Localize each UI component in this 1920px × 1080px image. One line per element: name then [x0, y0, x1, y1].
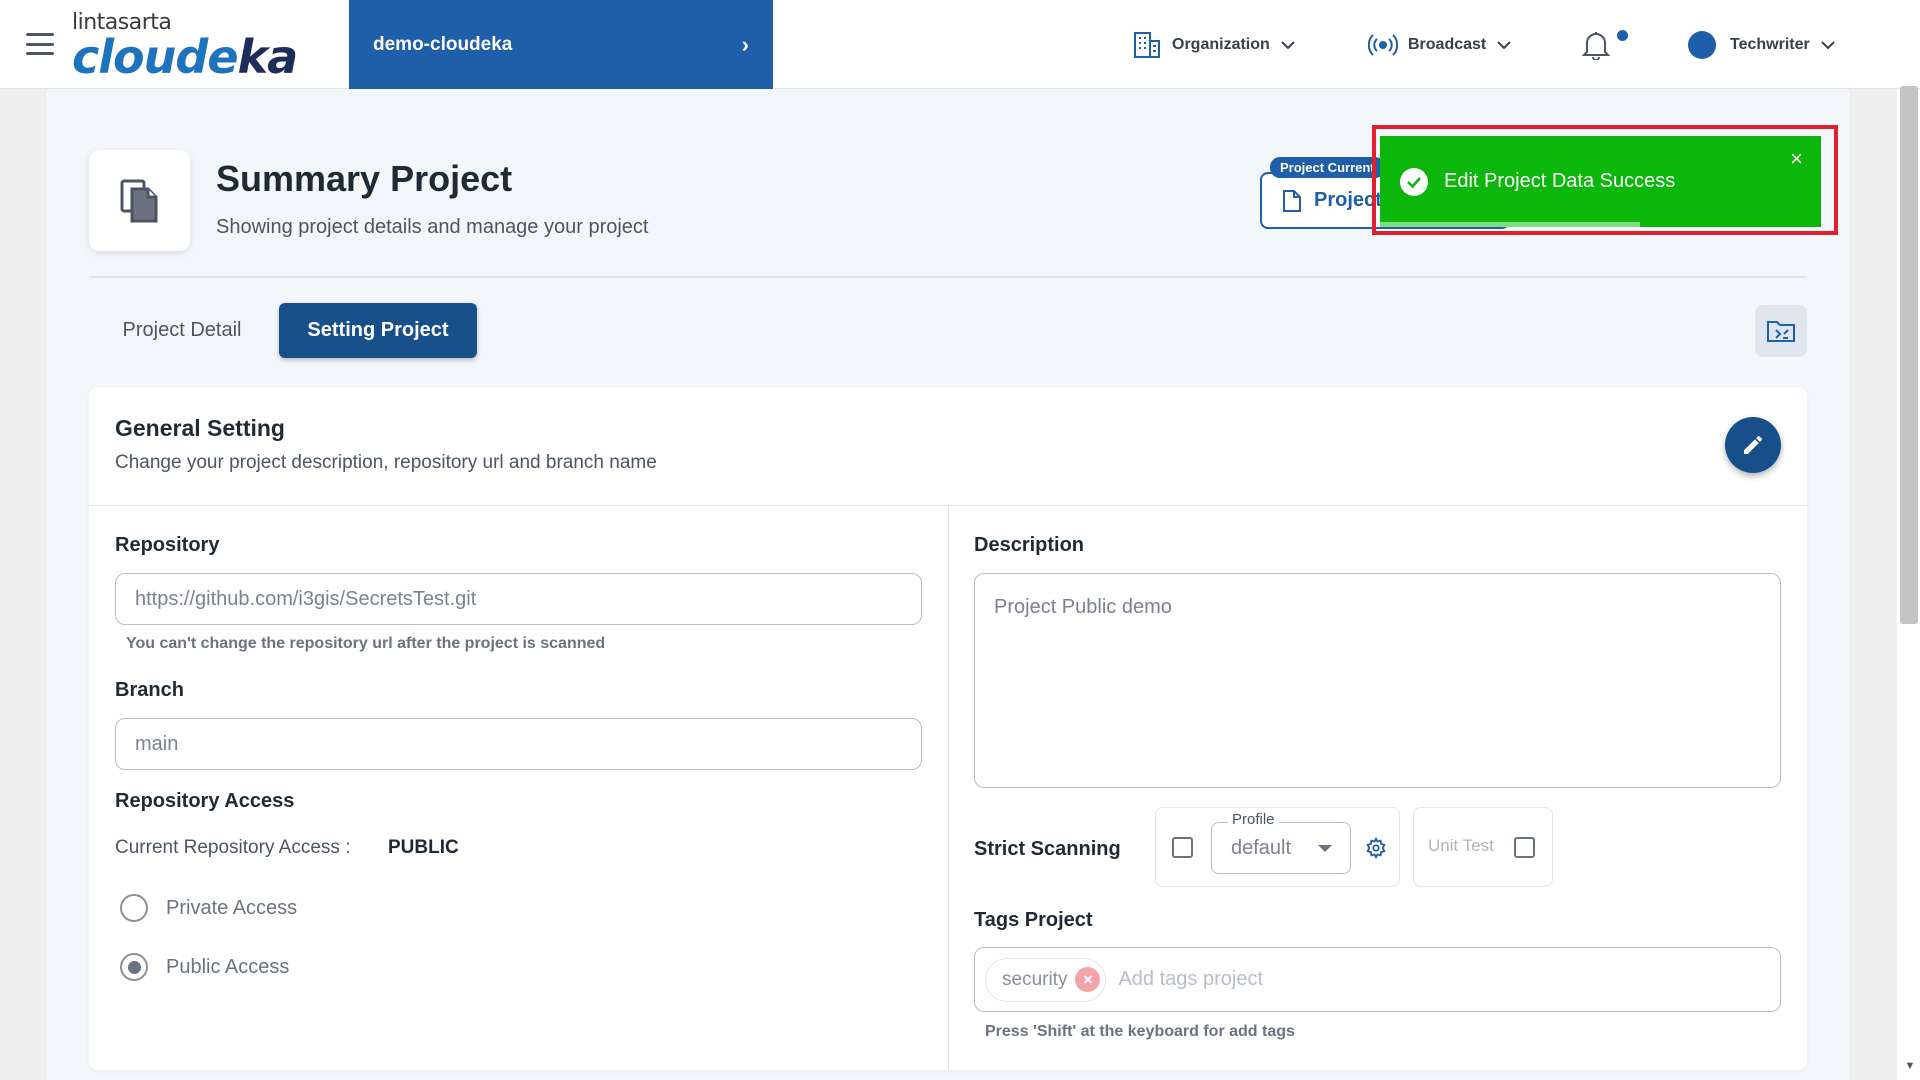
- notification-dot: [1617, 30, 1628, 41]
- avatar: [1688, 30, 1716, 59]
- organization-label: Organization: [1172, 35, 1270, 53]
- profile-value: default: [1231, 836, 1292, 859]
- toast-message: Edit Project Data Success: [1444, 170, 1676, 192]
- pencil-icon: [1744, 435, 1763, 454]
- close-icon[interactable]: ×: [1790, 146, 1803, 172]
- user-name: Techwriter: [1730, 35, 1810, 53]
- project-switcher-button[interactable]: demo-cloudeka ›: [349, 0, 773, 89]
- tab-project-detail[interactable]: Project Detail: [100, 303, 264, 358]
- chevron-down-icon: [1281, 40, 1295, 49]
- logo-main-b: ka: [237, 30, 299, 84]
- organization-menu[interactable]: Organization: [1132, 0, 1296, 89]
- success-toast: Edit Project Data Success ×: [1380, 136, 1821, 227]
- brand-logo[interactable]: lintasarta cloudeka: [72, 10, 298, 80]
- chevron-right-icon: ›: [741, 31, 749, 57]
- chevron-down-icon: [1821, 40, 1835, 49]
- file-icon: [1283, 189, 1301, 212]
- project-current-badge: Project Current: [1270, 157, 1385, 178]
- profile-legend: Profile: [1228, 811, 1279, 828]
- scroll-down-arrow-icon[interactable]: ▼: [1903, 1060, 1917, 1074]
- general-setting-panel: General Setting Change your project desc…: [89, 387, 1807, 1070]
- user-menu[interactable]: Techwriter: [1688, 0, 1836, 89]
- radio-public-access[interactable]: Public Access: [120, 953, 289, 981]
- description-textarea[interactable]: Project Public demo: [974, 573, 1781, 788]
- hamburger-menu-icon[interactable]: [26, 33, 54, 55]
- tags-placeholder: Add tags project: [1118, 968, 1263, 990]
- radio-label: Public Access: [166, 955, 290, 978]
- divider: [89, 276, 1807, 278]
- remove-tag-icon[interactable]: ×: [1075, 967, 1101, 992]
- tags-project-label: Tags Project: [974, 909, 1093, 931]
- logo-main-a: cloude: [72, 30, 239, 84]
- top-bar: lintasarta cloudeka demo-cloudeka › Orga…: [0, 0, 1920, 89]
- column-divider: [948, 506, 949, 1070]
- gear-icon[interactable]: [1365, 837, 1387, 859]
- logo-main-text: cloudeka: [72, 34, 298, 80]
- current-access-value: PUBLIC: [388, 837, 459, 858]
- tag-chip: security ×: [985, 957, 1107, 1002]
- radio-private-access[interactable]: Private Access: [120, 894, 297, 922]
- strict-scanning-checkbox[interactable]: [1172, 837, 1193, 858]
- page-title: Summary Project: [216, 158, 513, 199]
- page-subtitle: Showing project details and manage your …: [216, 216, 649, 238]
- broadcast-label: Broadcast: [1408, 35, 1487, 53]
- tags-input[interactable]: security × Add tags project: [974, 947, 1781, 1012]
- check-circle-icon: [1400, 167, 1428, 196]
- broadcast-icon: [1368, 33, 1398, 56]
- project-switcher-label: demo-cloudeka: [373, 33, 513, 55]
- repository-label: Repository: [115, 534, 220, 556]
- tags-hint: Press 'Shift' at the keyboard for add ta…: [985, 1023, 1295, 1040]
- folder-action-button[interactable]: [1755, 305, 1807, 357]
- repository-input[interactable]: https://github.com/i3gis/SecretsTest.git: [115, 573, 922, 625]
- broadcast-menu[interactable]: Broadcast: [1368, 0, 1512, 89]
- radio-circle-selected: [120, 953, 148, 981]
- page-icon-box: [89, 150, 190, 251]
- folder-icon: [1767, 321, 1795, 342]
- documents-icon: [120, 179, 157, 222]
- bell-icon: [1582, 31, 1610, 60]
- building-icon: [1134, 31, 1160, 58]
- repository-access-label: Repository Access: [115, 790, 295, 812]
- unit-test-label: Unit Test: [1428, 836, 1494, 855]
- section-subtitle: Change your project description, reposit…: [115, 452, 657, 473]
- unit-test-checkbox[interactable]: [1514, 837, 1535, 858]
- caret-down-icon: [1318, 845, 1332, 852]
- section-title: General Setting: [115, 415, 285, 441]
- scrollbar-thumb[interactable]: [1900, 86, 1918, 624]
- branch-input[interactable]: main: [115, 718, 922, 770]
- branch-label: Branch: [115, 679, 184, 701]
- description-label: Description: [974, 534, 1085, 556]
- toast-progress-bar: [1380, 222, 1641, 227]
- tag-chip-label: security: [1002, 968, 1068, 990]
- chevron-down-icon: [1497, 40, 1511, 49]
- notification-button[interactable]: [1582, 0, 1610, 89]
- current-access-label: Current Repository Access :: [115, 837, 351, 858]
- radio-label: Private Access: [166, 896, 298, 919]
- repository-hint: You can't change the repository url afte…: [126, 635, 606, 652]
- profile-select[interactable]: Profile default: [1211, 811, 1351, 874]
- strict-scanning-label: Strict Scanning: [974, 838, 1121, 860]
- edit-button[interactable]: [1725, 417, 1781, 473]
- tab-setting-project[interactable]: Setting Project: [279, 303, 477, 358]
- radio-circle: [120, 894, 148, 922]
